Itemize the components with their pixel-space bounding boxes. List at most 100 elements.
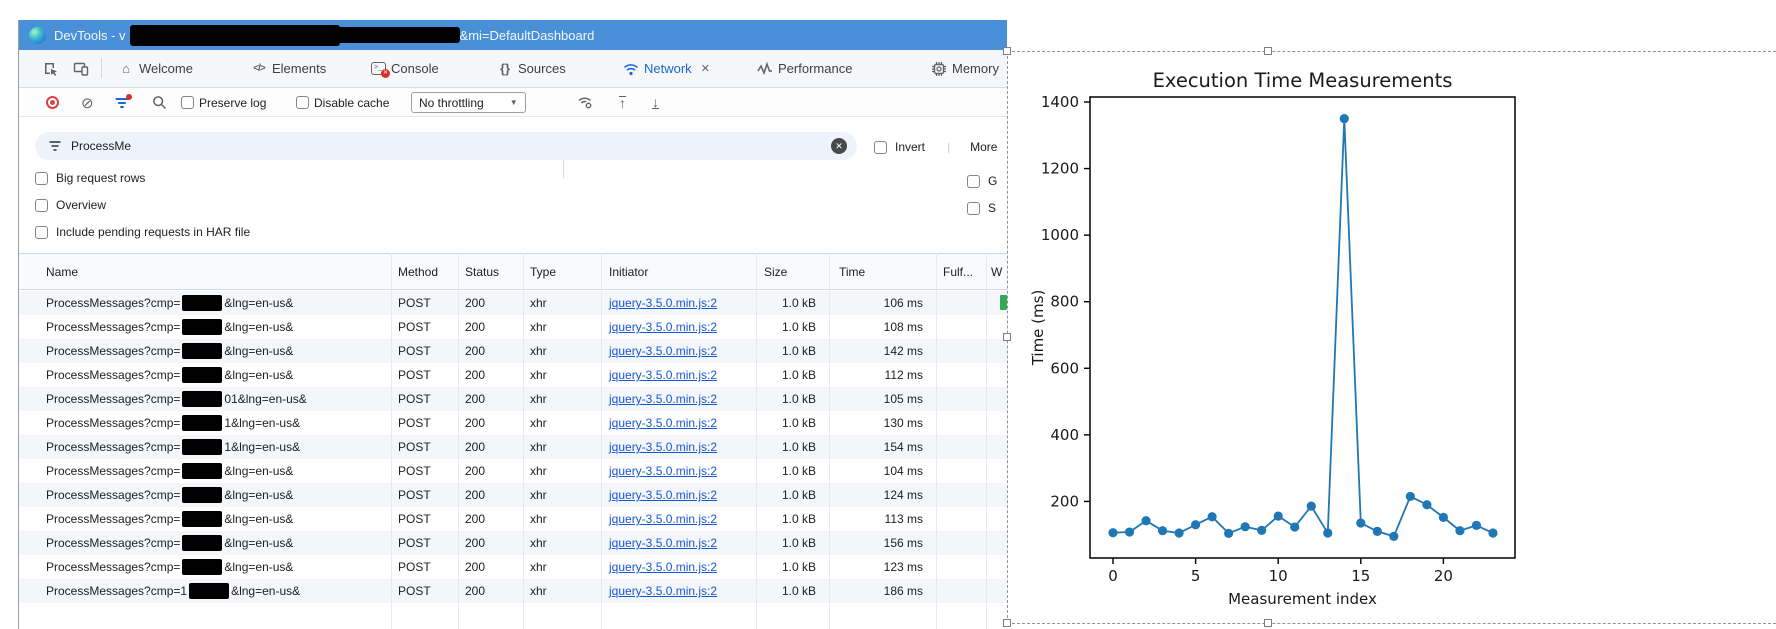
table-row[interactable]: ProcessMessages?cmp=&lng=en-us&POST200xh…: [19, 483, 1007, 507]
big-request-rows-checkbox[interactable]: Big request rows: [35, 171, 145, 185]
table-row[interactable]: ProcessMessages?cmp=&lng=en-us&POST200xh…: [19, 555, 1007, 579]
screenshots-checkbox-truncated[interactable]: S: [967, 201, 996, 215]
checkbox[interactable]: [35, 226, 48, 239]
column-header-fulf[interactable]: Fulf...: [943, 254, 973, 290]
request-name[interactable]: ProcessMessages?cmp=&lng=en-us&: [46, 291, 293, 315]
filter-input[interactable]: ProcessMe ✕: [35, 132, 857, 160]
initiator-link[interactable]: jquery-3.5.0.min.js:2: [609, 339, 717, 363]
initiator-link[interactable]: jquery-3.5.0.min.js:2: [609, 507, 717, 531]
column-divider[interactable]: [756, 253, 757, 629]
column-divider[interactable]: [458, 253, 459, 629]
type-cell: xhr: [530, 579, 547, 603]
checkbox[interactable]: [967, 175, 980, 188]
table-row[interactable]: ProcessMessages?cmp=1&lng=en-us&POST200x…: [19, 435, 1007, 459]
data-line: [1113, 119, 1493, 537]
column-header-type[interactable]: Type: [530, 254, 556, 290]
table-row[interactable]: ProcessMessages?cmp=&lng=en-us&POST200xh…: [19, 315, 1007, 339]
column-header-size[interactable]: Size: [764, 254, 787, 290]
request-name[interactable]: ProcessMessages?cmp=&lng=en-us&: [46, 555, 293, 579]
column-divider[interactable]: [829, 253, 830, 629]
import-har-button[interactable]: ↑: [619, 88, 626, 117]
column-divider[interactable]: [601, 253, 602, 629]
clear-filter-icon[interactable]: ✕: [831, 138, 847, 154]
preserve-log-checkbox[interactable]: Preserve log: [181, 88, 266, 117]
request-name[interactable]: ProcessMessages?cmp=&lng=en-us&: [46, 315, 293, 339]
checkbox[interactable]: [874, 141, 887, 154]
table-row[interactable]: ProcessMessages?cmp=1&lng=en-us&POST200x…: [19, 411, 1007, 435]
clear-icon: ⊘: [81, 94, 94, 112]
initiator-link[interactable]: jquery-3.5.0.min.js:2: [609, 483, 717, 507]
more-filters-button[interactable]: More: [970, 140, 997, 154]
column-divider[interactable]: [986, 253, 987, 629]
initiator-link[interactable]: jquery-3.5.0.min.js:2: [609, 291, 717, 315]
filter-toggle-button[interactable]: [115, 88, 129, 117]
initiator-link[interactable]: jquery-3.5.0.min.js:2: [609, 387, 717, 411]
initiator-link[interactable]: jquery-3.5.0.min.js:2: [609, 579, 717, 603]
table-row[interactable]: ProcessMessages?cmp=1&lng=en-us&POST200x…: [19, 579, 1007, 603]
table-row[interactable]: ProcessMessages?cmp=&lng=en-us&POST200xh…: [19, 291, 1007, 315]
record-network-log-button[interactable]: [46, 88, 59, 117]
column-header-initiator[interactable]: Initiator: [609, 254, 648, 290]
request-name[interactable]: ProcessMessages?cmp=&lng=en-us&: [46, 339, 293, 363]
request-name[interactable]: ProcessMessages?cmp=1&lng=en-us&: [46, 411, 300, 435]
search-button[interactable]: [152, 88, 167, 117]
table-row[interactable]: ProcessMessages?cmp=&lng=en-us&POST200xh…: [19, 459, 1007, 483]
data-point: [1422, 500, 1431, 509]
clear-network-log-button[interactable]: ⊘: [81, 88, 94, 117]
initiator-link[interactable]: jquery-3.5.0.min.js:2: [609, 555, 717, 579]
checkbox[interactable]: [296, 96, 309, 109]
export-har-button[interactable]: ↓: [652, 88, 659, 117]
throttling-select[interactable]: No throttling ▼: [411, 88, 526, 117]
table-row[interactable]: ProcessMessages?cmp=&lng=en-us&POST200xh…: [19, 339, 1007, 363]
checkbox[interactable]: [35, 172, 48, 185]
request-name[interactable]: ProcessMessages?cmp=&lng=en-us&: [46, 363, 293, 387]
data-point: [1406, 492, 1415, 501]
initiator-link[interactable]: jquery-3.5.0.min.js:2: [609, 411, 717, 435]
include-pending-har-checkbox[interactable]: Include pending requests in HAR file: [35, 225, 250, 239]
column-header-name[interactable]: Name: [46, 254, 78, 290]
column-header-time[interactable]: Time: [839, 254, 865, 290]
initiator-link[interactable]: jquery-3.5.0.min.js:2: [609, 459, 717, 483]
checkbox[interactable]: [35, 199, 48, 212]
table-row[interactable]: ProcessMessages?cmp=01&lng=en-us&POST200…: [19, 387, 1007, 411]
group-checkbox-truncated[interactable]: G: [967, 174, 997, 188]
column-header-w[interactable]: W: [991, 254, 1002, 290]
initiator-link[interactable]: jquery-3.5.0.min.js:2: [609, 531, 717, 555]
column-header-status[interactable]: Status: [465, 254, 499, 290]
toggle-device-toolbar-icon[interactable]: [73, 50, 89, 87]
column-header-method[interactable]: Method: [398, 254, 438, 290]
overview-checkbox[interactable]: Overview: [35, 198, 106, 212]
request-name[interactable]: ProcessMessages?cmp=01&lng=en-us&: [46, 387, 307, 411]
column-divider[interactable]: [391, 253, 392, 629]
checkbox[interactable]: [181, 96, 194, 109]
column-divider[interactable]: [523, 253, 524, 629]
checkbox[interactable]: [967, 202, 980, 215]
column-divider[interactable]: [936, 253, 937, 629]
initiator-link[interactable]: jquery-3.5.0.min.js:2: [609, 315, 717, 339]
tab-console[interactable]: >_ ✕ Console: [371, 50, 439, 87]
initiator-link[interactable]: jquery-3.5.0.min.js:2: [609, 435, 717, 459]
size-cell: 1.0 kB: [726, 579, 816, 603]
request-name[interactable]: ProcessMessages?cmp=1&lng=en-us&: [46, 579, 300, 603]
close-network-tab-icon[interactable]: ✕: [701, 62, 710, 75]
invert-filter-checkbox[interactable]: Invert | More: [874, 140, 997, 154]
tab-elements[interactable]: </> Elements: [251, 50, 326, 87]
tab-welcome[interactable]: ⌂ Welcome: [118, 50, 193, 87]
tab-performance[interactable]: Performance: [757, 50, 852, 87]
tab-memory[interactable]: Memory: [931, 50, 999, 87]
request-name[interactable]: ProcessMessages?cmp=&lng=en-us&: [46, 531, 293, 555]
tab-network[interactable]: Network ✕: [623, 50, 710, 87]
request-name[interactable]: ProcessMessages?cmp=1&lng=en-us&: [46, 435, 300, 459]
table-row[interactable]: ProcessMessages?cmp=&lng=en-us&POST200xh…: [19, 363, 1007, 387]
status-cell: 200: [465, 459, 485, 483]
tab-sources[interactable]: {} Sources: [497, 50, 566, 87]
request-name[interactable]: ProcessMessages?cmp=&lng=en-us&: [46, 507, 293, 531]
table-row[interactable]: ProcessMessages?cmp=&lng=en-us&POST200xh…: [19, 531, 1007, 555]
disable-cache-checkbox[interactable]: Disable cache: [296, 88, 389, 117]
network-conditions-button[interactable]: [577, 88, 594, 117]
request-name[interactable]: ProcessMessages?cmp=&lng=en-us&: [46, 483, 293, 507]
inspect-element-icon[interactable]: [43, 50, 59, 87]
table-row[interactable]: ProcessMessages?cmp=&lng=en-us&POST200xh…: [19, 507, 1007, 531]
initiator-link[interactable]: jquery-3.5.0.min.js:2: [609, 363, 717, 387]
request-name[interactable]: ProcessMessages?cmp=&lng=en-us&: [46, 459, 293, 483]
